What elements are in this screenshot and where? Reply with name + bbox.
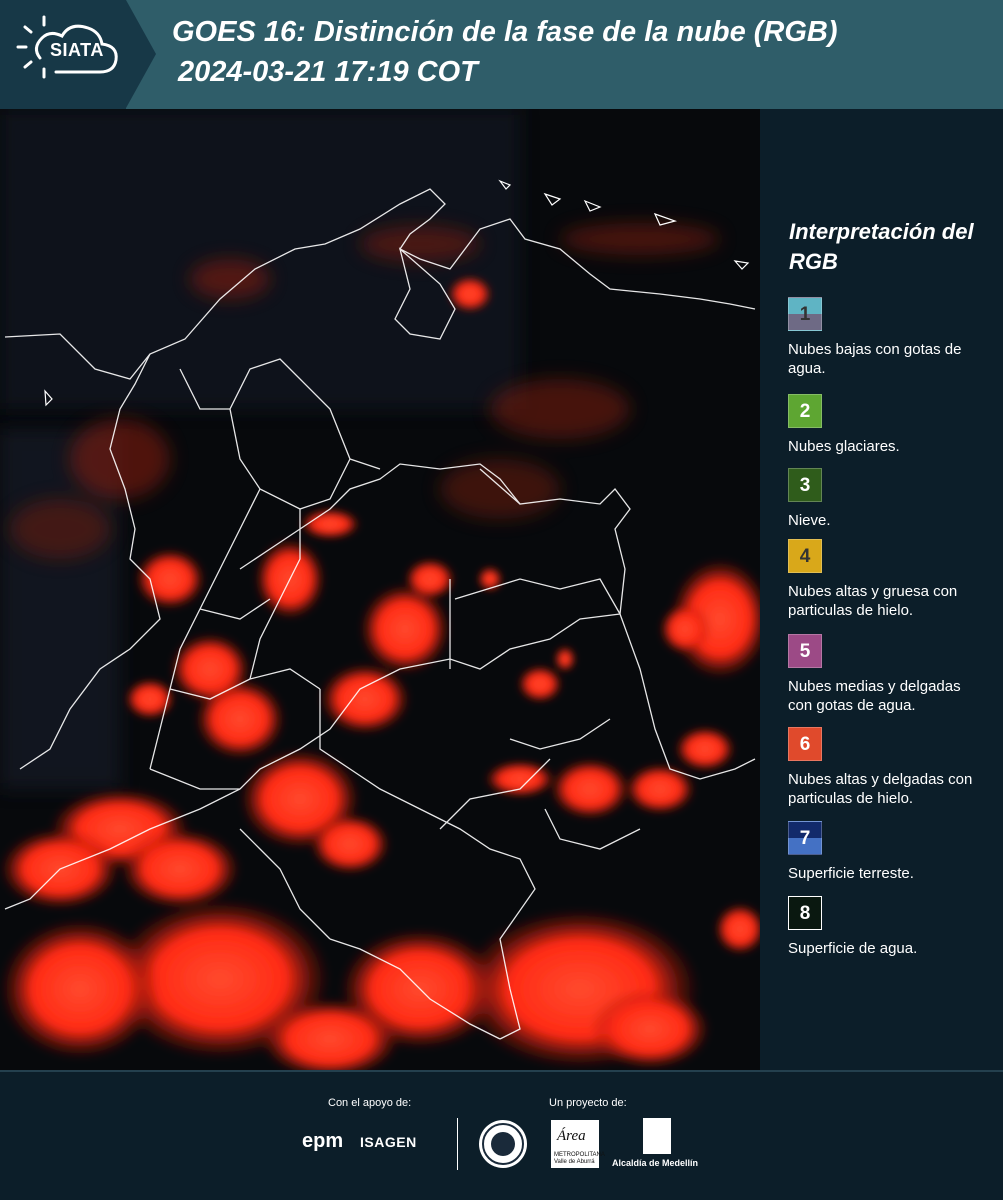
legend-swatch-4: 4 [788,539,822,573]
logo-divider [457,1118,458,1170]
legend-title: Interpretación del RGB [789,219,974,274]
legend-swatch-1: 1 [788,297,822,331]
university-seal-logo [479,1120,527,1168]
legend-label-6: Nubes altas y delgadas con particulas de… [788,771,973,807]
satellite-map [0,109,760,1070]
legend-item-2: 2 Nubes glaciares. [788,394,983,456]
legend-item-6: 6 Nubes altas y delgadas con particulas … [788,727,983,808]
legend-item-7: 7 Superficie terreste. [788,821,983,883]
legend-swatch-8: 8 [788,896,822,930]
alcaldia-label: Alcaldía de Medellín [612,1158,699,1168]
legend-swatch-6: 6 [788,727,822,761]
legend-item-4: 4 Nubes altas y gruesa con particulas de… [788,539,983,620]
legend-label-1: Nubes bajas con gotas de agua. [788,341,962,377]
legend-label-2: Nubes glaciares. [788,438,900,455]
legend-item-1: 1 Nubes bajas con gotas de agua. [788,297,983,378]
legend-label-3: Nieve. [788,512,831,529]
logo-chevron [126,0,156,108]
page-title: GOES 16: Distinción de la fase de la nub… [172,16,838,48]
epm-logo: epm [302,1130,344,1152]
project-label: Un proyecto de: [549,1097,627,1109]
timestamp: 2024-03-21 17:19 COT [178,56,478,88]
support-label: Con el apoyo de: [328,1097,412,1109]
siata-logo: SIATA [0,0,126,109]
legend-label-8: Superficie de agua. [788,940,918,957]
area-logo-word: Área [557,1128,586,1144]
isagen-logo: ISAGEN [360,1134,417,1150]
legend-swatch-3: 3 [788,468,822,502]
legend-label-7: Superficie terreste. [788,865,914,882]
area-logo-sub: METROPOLITANA Valle de Aburrá [554,1152,605,1165]
legend-item-8: 8 Superficie de agua. [788,896,983,958]
area-metropolitana-logo: Área METROPOLITANA Valle de Aburrá [551,1120,605,1168]
rgb-cloud-image [0,109,760,1070]
legend-swatch-5: 5 [788,634,822,668]
legend-item-3: 3 Nieve. [788,468,983,530]
legend-label-4: Nubes altas y gruesa con particulas de h… [788,583,958,619]
legend-item-5: 5 Nubes medias y delgadas con gotas de a… [788,634,983,715]
legend-label-5: Nubes medias y delgadas con gotas de agu… [788,678,961,714]
alcaldia-shield-icon [643,1118,671,1154]
seal-icon [482,1123,524,1165]
legend-panel: Interpretación del RGB 1 Nubes bajas con… [760,109,1003,1070]
footer: Con el apoyo de: Un proyecto de: epm ISA… [0,1070,1003,1200]
logo-label: SIATA [50,40,104,60]
header-bar: SIATA GOES 16: Distinción de la fase de … [0,0,1003,109]
legend-swatch-2: 2 [788,394,822,428]
footer-divider [0,1070,1003,1072]
legend-swatch-7: 7 [788,821,822,855]
